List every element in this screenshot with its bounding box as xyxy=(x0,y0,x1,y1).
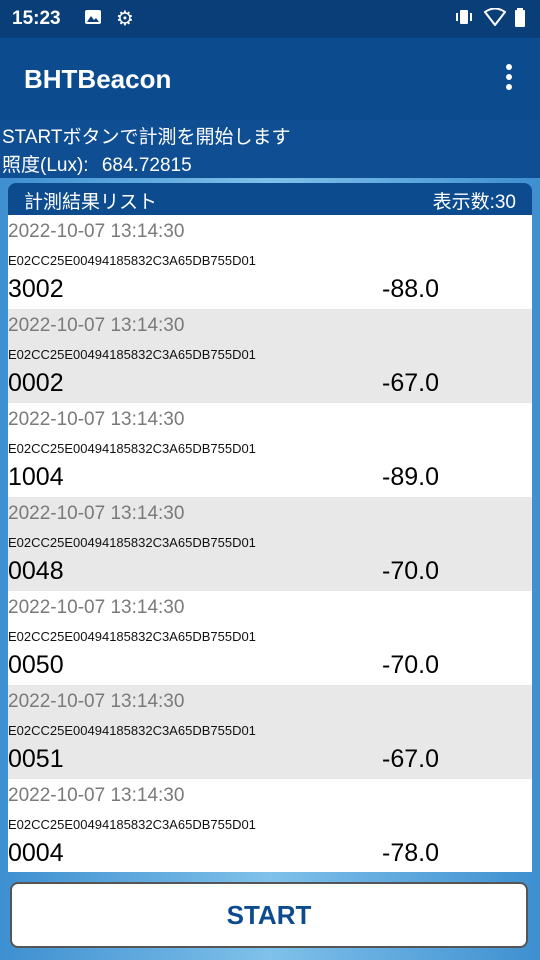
image-icon xyxy=(84,8,102,31)
app-title: BHTBeacon xyxy=(24,64,172,94)
wifi-icon xyxy=(483,7,507,31)
list-item[interactable]: 2022-10-07 13:14:30 E02CC25E00494185832C… xyxy=(8,403,532,497)
item-rssi: -70.0 xyxy=(382,651,439,679)
item-id: 1004 xyxy=(8,463,64,491)
instruction-text: STARTボタンで計測を開始します xyxy=(2,127,291,148)
item-date: 2022-10-07 13:14:30 xyxy=(8,597,185,618)
list-item[interactable]: 2022-10-07 13:14:30 E02CC25E00494185832C… xyxy=(8,497,532,591)
item-id: 0050 xyxy=(8,651,64,679)
gear-icon: ⚙ xyxy=(116,6,134,30)
item-rssi: -89.0 xyxy=(382,463,439,491)
lux-label: 照度(Lux): xyxy=(2,155,89,176)
item-id: 3002 xyxy=(8,275,64,303)
item-date: 2022-10-07 13:14:30 xyxy=(8,221,185,242)
list-item[interactable]: 2022-10-07 13:14:30 E02CC25E00494185832C… xyxy=(8,685,532,779)
list-title: 計測結果リスト xyxy=(24,192,158,213)
item-date: 2022-10-07 13:14:30 xyxy=(8,409,185,430)
bottom-bar: START xyxy=(0,872,540,960)
list-item[interactable]: 2022-10-07 13:14:30 E02CC25E00494185832C… xyxy=(8,309,532,403)
item-uuid: E02CC25E00494185832C3A65DB755D01 xyxy=(8,535,256,550)
item-rssi: -88.0 xyxy=(382,275,439,303)
list-header: 計測結果リスト 表示数:30 xyxy=(8,183,532,215)
item-uuid: E02CC25E00494185832C3A65DB755D01 xyxy=(8,817,256,832)
item-id: 0051 xyxy=(8,745,64,773)
overflow-menu-icon[interactable] xyxy=(504,64,514,94)
item-id: 0048 xyxy=(8,557,64,585)
item-uuid: E02CC25E00494185832C3A65DB755D01 xyxy=(8,629,256,644)
item-uuid: E02CC25E00494185832C3A65DB755D01 xyxy=(8,723,256,738)
item-id: 0004 xyxy=(8,839,64,867)
list-item[interactable]: 2022-10-07 13:14:30 E02CC25E00494185832C… xyxy=(8,215,532,309)
result-list-panel: 計測結果リスト 表示数:30 2022-10-07 13:14:30 E02CC… xyxy=(0,178,540,872)
status-bar: 15:23 ⚙ xyxy=(0,0,540,38)
vibrate-icon xyxy=(454,8,474,31)
list-item[interactable]: 2022-10-07 13:14:30 E02CC25E00494185832C… xyxy=(8,779,532,872)
item-uuid: E02CC25E00494185832C3A65DB755D01 xyxy=(8,441,256,456)
item-uuid: E02CC25E00494185832C3A65DB755D01 xyxy=(8,253,256,268)
status-time: 15:23 xyxy=(12,8,61,29)
item-date: 2022-10-07 13:14:30 xyxy=(8,315,185,336)
item-rssi: -67.0 xyxy=(382,369,439,397)
list-item[interactable]: 2022-10-07 13:14:30 E02CC25E00494185832C… xyxy=(8,591,532,685)
battery-icon xyxy=(514,8,526,33)
item-date: 2022-10-07 13:14:30 xyxy=(8,785,185,806)
item-rssi: -70.0 xyxy=(382,557,439,585)
result-list[interactable]: 2022-10-07 13:14:30 E02CC25E00494185832C… xyxy=(8,215,532,872)
start-button[interactable]: START xyxy=(10,882,528,948)
display-count: 表示数:30 xyxy=(432,192,516,213)
info-panel: STARTボタンで計測を開始します 照度(Lux): 684.72815 xyxy=(0,120,540,178)
item-id: 0002 xyxy=(8,369,64,397)
app-bar: BHTBeacon xyxy=(0,38,540,120)
item-rssi: -78.0 xyxy=(382,839,439,867)
lux-value: 684.72815 xyxy=(101,155,192,176)
lux-readout: 照度(Lux): 684.72815 xyxy=(2,150,192,177)
item-date: 2022-10-07 13:14:30 xyxy=(8,503,185,524)
item-uuid: E02CC25E00494185832C3A65DB755D01 xyxy=(8,347,256,362)
item-date: 2022-10-07 13:14:30 xyxy=(8,691,185,712)
item-rssi: -67.0 xyxy=(382,745,439,773)
